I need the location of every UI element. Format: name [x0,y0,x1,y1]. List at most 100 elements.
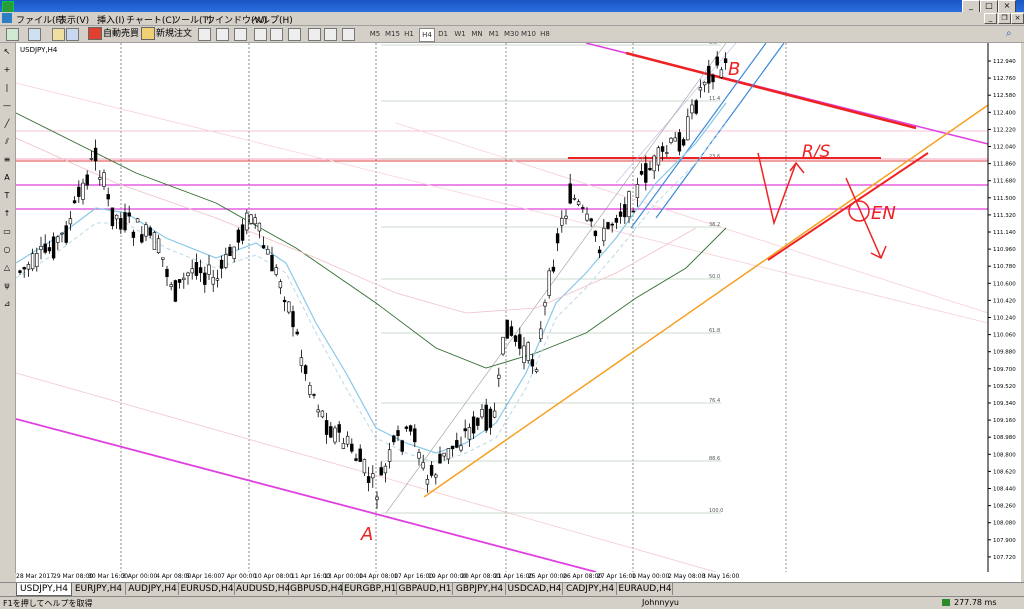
chart-tab[interactable]: EURUSD,H4 [180,583,235,595]
line-chart-icon[interactable] [234,28,247,41]
candle-body [85,174,89,186]
gann-icon[interactable]: ⊿ [2,299,12,309]
horizontal-line-icon[interactable]: — [2,101,12,111]
new-order-label: 新規注文 [156,29,193,39]
candle-body [64,225,68,243]
candle-body [606,222,610,229]
timeframe-m10[interactable]: M10 [521,28,536,40]
candle-body [698,87,703,91]
fib-label: 61.8 [709,328,720,334]
menu-chart[interactable]: チャート(C) [126,13,175,26]
mdi-restore-button[interactable]: ❐ [998,13,1011,24]
candle-body [480,409,484,418]
text-icon[interactable]: A [2,173,12,183]
candle-body [497,374,501,379]
label-a: A [360,524,373,545]
timeframe-m5[interactable]: M5 [368,28,382,40]
profiles-icon[interactable] [28,28,41,41]
crosshair-icon[interactable]: + [2,65,12,75]
candle-body [257,222,262,232]
menu-view[interactable]: 表示(V) [58,13,89,26]
channel-icon[interactable]: ⫽ [2,137,12,147]
bar-chart-icon[interactable] [198,28,211,41]
timeframe-mn[interactable]: MN [470,28,484,40]
new-order-button[interactable]: 新規注文 [141,27,192,40]
candle-body [119,218,123,230]
chart-tab[interactable]: EURGBP,H1 [344,583,397,595]
mdi-minimize-button[interactable]: _ [984,13,997,24]
menu-file[interactable]: ファイル(F) [16,13,64,26]
chart-area[interactable]: USDJPY,H4 0.011.423.638.250.061.876.488.… [16,43,1021,572]
zoom-out-icon[interactable] [270,28,283,41]
chart-tab[interactable]: EURJPY,H4 [72,583,126,595]
chart-tab[interactable]: USDJPY,H4 [16,583,72,596]
rectangle-icon[interactable]: ▭ [2,227,12,237]
time-label: 1 May 00:00 [632,573,670,580]
drawn-objects: 0.011.423.638.250.061.876.488.6100.0 [16,43,992,572]
time-label: 13 Apr 00:00 [324,573,364,580]
timeframe-h4[interactable]: H4 [419,28,435,42]
trendline-icon[interactable]: ╱ [2,119,12,129]
candlestick-icon[interactable] [216,28,229,41]
mdi-close-button[interactable]: × [1011,13,1024,24]
menu-help[interactable]: ヘルプ(H) [252,13,293,26]
diagonal-line [395,122,989,314]
price-label: 110.960 [993,247,1016,253]
blue-channel-line [655,43,785,219]
chart-tab[interactable]: CADJPY,H4 [564,583,617,595]
chart-tab[interactable]: EURAUD,H4 [618,583,673,595]
search-icon[interactable]: ⌕ [1006,28,1018,40]
cursor-icon[interactable]: ↖ [2,47,12,57]
candle-body [639,171,644,175]
candle-body [232,246,236,259]
candle-body [337,424,341,433]
auto-trade-button[interactable]: 自動売買 [88,27,139,40]
chart-tab[interactable]: AUDJPY,H4 [127,583,179,595]
candle-body [669,137,673,143]
timeframe-m30[interactable]: M30 [504,28,519,40]
candle-body [467,427,472,440]
chart-tab[interactable]: USDCAD,H4 [507,583,563,595]
chart-tab[interactable]: GBPAUD,H1 [398,583,453,595]
candle-body [358,448,362,462]
chart-shift-icon[interactable] [308,28,321,41]
fibonacci-icon[interactable]: ≡ [2,155,12,165]
pitchfork-icon[interactable]: ψ [2,281,12,291]
timeframe-m15[interactable]: M15 [385,28,400,40]
zoom-in-icon[interactable] [254,28,267,41]
candle-body [266,249,270,255]
orange-trendline [423,102,992,498]
v-arrow [757,152,797,226]
fib-label: 50.0 [709,274,720,280]
price-chart[interactable]: USDJPY,H4 0.011.423.638.250.061.876.488.… [16,43,1021,572]
candle-body [123,212,127,231]
candle-body [375,496,379,500]
new-chart-icon[interactable] [6,28,19,41]
indicators-icon[interactable] [342,28,355,41]
chart-tab[interactable]: AUDUSD,H4 [236,583,290,595]
open-icon[interactable] [52,28,65,41]
candle-body [169,284,173,287]
triangle-icon[interactable]: △ [2,263,12,273]
candle-body [47,247,52,252]
auto-scroll-icon[interactable] [324,28,337,41]
candle-body [89,158,94,160]
ellipse-icon[interactable]: ○ [2,245,12,255]
chart-tab[interactable]: GBPUSD,H4 [290,583,343,595]
timeframe-h1[interactable]: H1 [402,28,416,40]
label-icon[interactable]: T [2,191,12,201]
timeframe-m1[interactable]: M1 [487,28,501,40]
candle-body [30,253,35,270]
data-window-icon[interactable] [66,28,79,41]
timeframe-h8[interactable]: H8 [538,28,552,40]
menu-bar: ファイル(F) 表示(V) 挿入(I) チャート(C) ツール(T) ウインドウ… [0,12,1024,26]
candle-body [383,465,388,474]
candle-body [623,204,627,218]
timeframe-d1[interactable]: D1 [436,28,450,40]
timeframe-w1[interactable]: W1 [453,28,467,40]
menu-insert[interactable]: 挿入(I) [97,13,125,26]
arrow-icon[interactable]: ↑ [2,209,12,219]
tile-windows-icon[interactable] [288,28,301,41]
vertical-line-icon[interactable]: | [2,83,12,93]
chart-tab[interactable]: GBPJPY,H4 [454,583,506,595]
